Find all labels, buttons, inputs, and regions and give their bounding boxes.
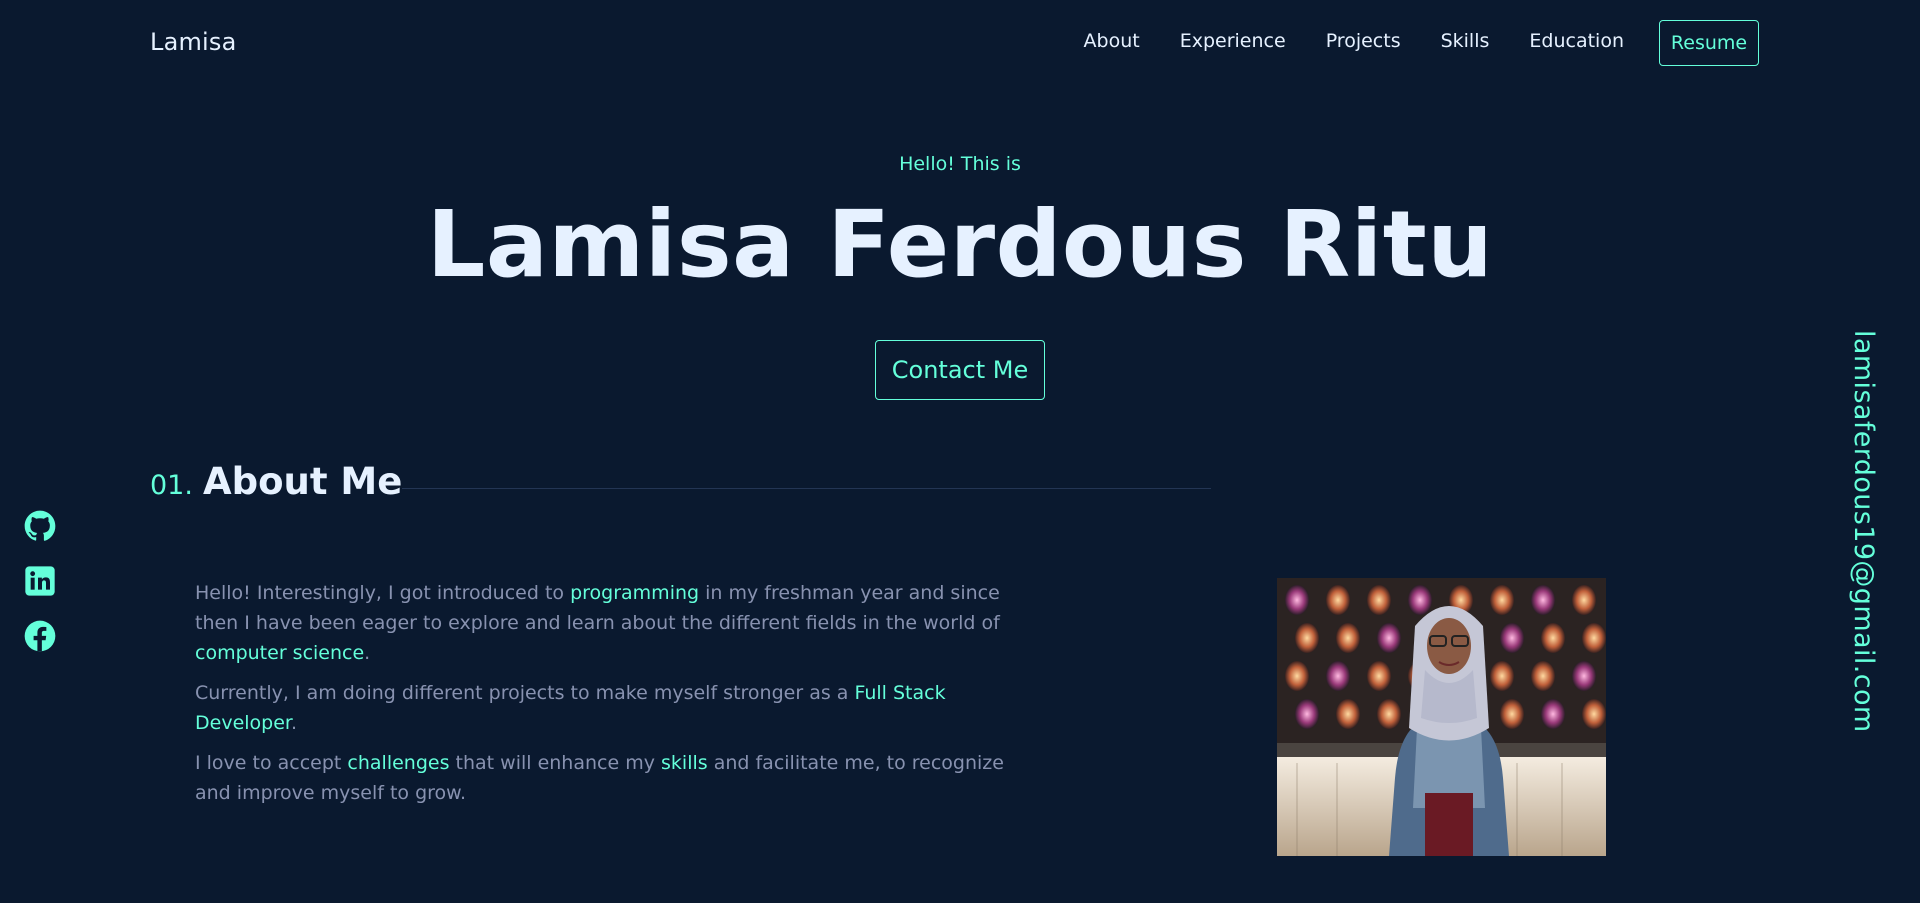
social-links	[24, 510, 56, 652]
hero-greeting: Hello! This is	[899, 153, 1021, 175]
section-title: About Me	[202, 460, 403, 503]
facebook-icon[interactable]	[24, 620, 56, 652]
contact-me-button[interactable]: Contact Me	[875, 340, 1045, 400]
email-link[interactable]: lamisaferdous19@gmail.com	[1848, 330, 1879, 733]
hero-name: Lamisa Ferdous Ritu	[426, 191, 1494, 298]
text: Currently, I am doing different projects…	[195, 682, 855, 704]
about-heading: 01. About Me	[150, 460, 402, 503]
text: .	[290, 712, 298, 734]
linkedin-icon[interactable]	[24, 565, 56, 597]
section-divider	[402, 488, 1211, 489]
profile-photo	[1277, 578, 1606, 856]
highlight-programming: programming	[570, 582, 700, 604]
text: .	[364, 642, 371, 664]
text: that will enhance my	[449, 752, 662, 774]
nav-link-about[interactable]: About	[1084, 30, 1140, 52]
nav-link-experience[interactable]: Experience	[1180, 30, 1286, 52]
nav-link-education[interactable]: Education	[1529, 30, 1624, 52]
nav-link-skills[interactable]: Skills	[1441, 30, 1490, 52]
nav-links: About Experience Projects Skills Educati…	[1084, 30, 1624, 52]
nav-link-projects[interactable]: Projects	[1326, 30, 1401, 52]
text: Hello! Interestingly, I got introduced t…	[195, 582, 571, 604]
portfolio-page: Lamisa About Experience Projects Skills …	[0, 0, 1920, 903]
github-icon[interactable]	[24, 510, 56, 542]
about-paragraph-3: I love to accept challenges that will en…	[195, 748, 1015, 808]
nav-logo[interactable]: Lamisa	[150, 28, 237, 56]
highlight-skills: skills	[661, 752, 708, 774]
highlight-computer-science: computer science	[195, 642, 365, 664]
about-text: Hello! Interestingly, I got introduced t…	[195, 578, 1015, 818]
resume-button[interactable]: Resume	[1659, 20, 1759, 66]
highlight-challenges: challenges	[347, 752, 450, 774]
about-paragraph-2: Currently, I am doing different projects…	[195, 678, 1015, 738]
about-paragraph-1: Hello! Interestingly, I got introduced t…	[195, 578, 1015, 668]
section-number: 01.	[150, 470, 193, 501]
text: I love to accept	[195, 752, 348, 774]
